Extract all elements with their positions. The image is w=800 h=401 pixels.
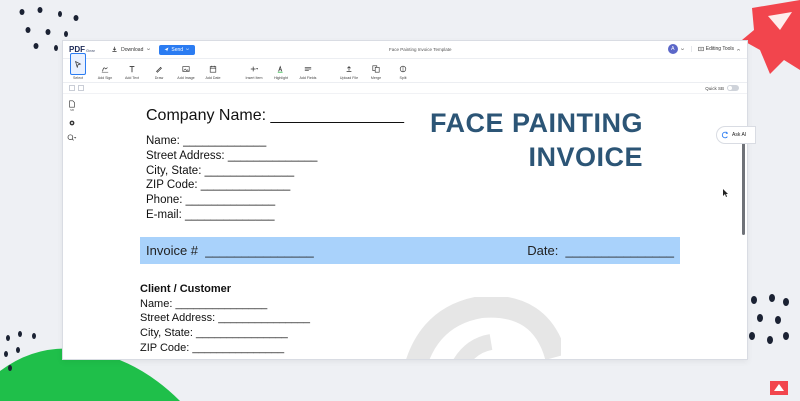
page-thumbnail-toggle[interactable] — [69, 85, 75, 91]
invoice-band: Invoice # _______________ Date: ________… — [140, 237, 680, 264]
watermark-graphic — [406, 297, 561, 359]
tool-merge[interactable]: Merge — [365, 60, 387, 80]
decorative-dots-right — [749, 294, 789, 344]
info-phone-field[interactable]: Phone: ______________ — [146, 194, 275, 206]
tool-add-image[interactable]: Add Image — [175, 60, 197, 80]
tool-draw[interactable]: Draw — [148, 60, 170, 80]
tool-label: Add Sign — [97, 76, 113, 80]
text-icon — [129, 66, 135, 73]
chevron-down-icon — [185, 48, 190, 51]
tool-select[interactable]: Select — [67, 53, 89, 80]
editing-tools-button[interactable]: Editing Tools — [690, 46, 741, 52]
ask-ai-button[interactable]: Ask AI — [716, 126, 756, 144]
highlight-icon — [277, 65, 283, 73]
send-icon — [164, 47, 169, 52]
page-view-toggle[interactable] — [78, 85, 84, 91]
tool-add-fields[interactable]: Add Fields — [297, 60, 319, 80]
calendar-icon — [209, 65, 217, 73]
tool-label: Select — [73, 76, 83, 80]
select-icon — [75, 60, 82, 69]
document-icon — [69, 100, 75, 108]
tool-insert-item[interactable]: Insert Item — [243, 60, 265, 80]
invoice-date-field[interactable]: Date: _______________ — [527, 243, 674, 258]
info-street-field[interactable]: Street Address: ______________ — [146, 150, 317, 162]
client-city-field[interactable]: City, State: _______________ — [140, 327, 288, 339]
tool-highlight[interactable]: Highlight — [270, 60, 292, 80]
invoice-title-line1: FACE PAINTING — [429, 108, 643, 138]
ai-icon — [721, 131, 728, 139]
chevron-down-icon[interactable] — [680, 47, 685, 52]
sidebar-item-settings[interactable] — [68, 119, 76, 127]
client-street-field[interactable]: Street Address: _______________ — [140, 312, 310, 324]
ask-ai-label: Ask AI — [732, 132, 747, 138]
split-icon — [399, 65, 407, 73]
quick-sb-label: Quick SB — [705, 85, 724, 91]
download-icon — [112, 46, 117, 52]
editing-tools-icon — [698, 46, 704, 52]
client-name-field[interactable]: Name: _______________ — [140, 298, 267, 310]
document-title[interactable]: Face Painting Invoice Template — [389, 47, 451, 52]
sub-toolbar: Quick SB — [63, 83, 747, 94]
sidebar-item-label: SB — [69, 108, 74, 112]
editing-tools-label: Editing Tools — [705, 46, 734, 52]
pen-icon — [156, 66, 162, 73]
avatar[interactable]: A — [667, 44, 678, 54]
tool-add-sign[interactable]: Add Sign — [94, 60, 116, 80]
zoom-icon — [67, 134, 77, 141]
tool-label: Highlight — [274, 76, 288, 80]
tool-label: Merge — [370, 76, 382, 80]
upload-icon — [346, 66, 352, 72]
tool-add-text[interactable]: Add Text — [121, 60, 143, 80]
download-label: Download — [121, 46, 144, 53]
chevron-down-icon — [147, 48, 151, 51]
toolbar: Select Add Sign Add Text Draw Add Image … — [63, 53, 747, 83]
client-zip-field[interactable]: ZIP Code: _______________ — [140, 342, 284, 354]
decorative-dots-left — [4, 331, 36, 371]
logo-subtext: Gear — [86, 48, 96, 53]
fields-icon — [304, 67, 312, 71]
app-window: PDF Gear Download Send Face Painting Inv… — [62, 40, 748, 360]
invoice-title-line2: INVOICE — [528, 142, 643, 172]
image-icon — [182, 66, 190, 72]
sign-icon — [101, 67, 109, 73]
brand-mark-icon — [770, 381, 788, 395]
title-bar: PDF Gear Download Send Face Painting Inv… — [63, 41, 747, 59]
plus-icon — [250, 66, 258, 72]
tool-label: Add Date — [205, 76, 221, 80]
mouse-cursor-icon — [723, 189, 728, 197]
tool-upload-file[interactable]: Upload File — [338, 60, 360, 80]
info-zip-field[interactable]: ZIP Code: ______________ — [146, 179, 290, 191]
tool-label: Upload File — [339, 76, 359, 80]
document-page[interactable]: Company Name: _______________ Name: ____… — [121, 97, 701, 359]
download-button[interactable]: Download — [111, 46, 151, 53]
user-area: A Editing Tools — [667, 44, 741, 54]
client-heading: Client / Customer — [140, 283, 232, 295]
send-button[interactable]: Send — [159, 44, 196, 55]
decorative-red-shape — [742, 0, 800, 74]
tool-label: Add Text — [125, 76, 139, 80]
gear-icon — [69, 120, 75, 126]
sidebar-item-zoom[interactable] — [67, 134, 77, 142]
vertical-scrollbar[interactable] — [742, 143, 745, 235]
chevron-up-icon — [736, 48, 741, 51]
tool-label: Insert Item — [245, 76, 263, 80]
tool-split[interactable]: Split — [392, 60, 414, 80]
sidebar-item-document[interactable]: SB — [68, 100, 76, 112]
info-name-field[interactable]: Name: _____________ — [146, 135, 266, 147]
info-city-field[interactable]: City, State: ______________ — [146, 165, 294, 177]
tool-label: Draw — [154, 76, 164, 80]
company-name-field[interactable]: Company Name: _______________ — [146, 107, 404, 125]
invoice-number-field[interactable]: Invoice # _______________ — [146, 243, 314, 258]
info-email-field[interactable]: E-mail: ______________ — [146, 209, 275, 221]
send-label: Send — [171, 46, 184, 53]
quick-sb-toggle[interactable]: Quick SB — [705, 85, 739, 91]
tool-label: Add Fields — [299, 76, 317, 80]
left-sidebar: SB — [63, 96, 81, 359]
tool-label: Split — [399, 76, 407, 80]
merge-icon — [372, 65, 380, 73]
quick-sb-switch[interactable] — [727, 85, 739, 91]
tool-add-date[interactable]: Add Date — [202, 60, 224, 80]
tool-label: Add Image — [177, 76, 195, 80]
